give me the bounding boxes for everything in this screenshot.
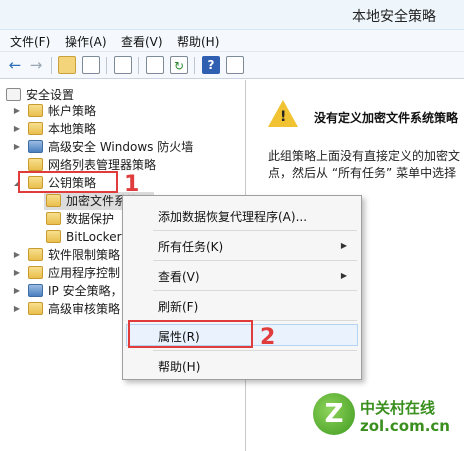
watermark-brand: 中关村在线 [360,399,436,417]
properties-icon[interactable] [146,56,164,74]
toolbar-separator [51,57,52,74]
folder-icon [28,302,43,315]
context-view[interactable]: 查看(V) [158,268,200,285]
folder-icon [46,194,61,207]
menu-separator [153,230,357,231]
context-help[interactable]: 帮助(H) [158,358,200,375]
tree-item-account-policy[interactable]: ▶ 帐户策略 [12,102,242,120]
annotation-box-1 [18,171,118,193]
folder-icon [28,248,43,261]
expand-arrow-icon[interactable]: ▶ [12,300,22,318]
folder-icon [28,158,43,171]
folder-icon [46,230,61,243]
expand-arrow-icon[interactable]: ▶ [12,264,22,282]
annotation-box-2 [128,320,253,348]
expand-arrow-icon[interactable]: ▶ [12,138,22,156]
expand-arrow-icon[interactable]: ▶ [12,282,22,300]
title-bar: 本地安全策略 [0,0,464,30]
toolbar: ← → ↻ ? [0,52,464,79]
menu-separator [153,290,357,291]
folder-icon [28,266,43,279]
refresh-icon[interactable]: ↻ [170,56,188,74]
copy-icon[interactable] [114,56,132,74]
menu-bar: 文件(F) 操作(A) 查看(V) 帮助(H) [0,30,464,52]
expand-arrow-icon[interactable]: ▶ [12,102,22,120]
toolbar-separator [138,57,139,74]
context-refresh[interactable]: 刷新(F) [158,298,198,315]
detail-body-line: 点，然后从 “所有任务” 菜单中选择 [268,166,457,180]
annotation-number-2: 2 [260,325,276,350]
context-add-recovery-agent[interactable]: 添加数据恢复代理程序(A)... [158,208,307,225]
expand-arrow-icon[interactable]: ▶ [12,120,22,138]
watermark-domain: zol.com.cn [360,417,450,435]
submenu-arrow-icon: ▶ [340,241,347,250]
forward-icon[interactable]: → [27,56,45,74]
menu-help[interactable]: 帮助(H) [177,33,219,50]
ip-security-icon [28,284,43,297]
detail-body: 此组策略上面没有直接定义的加密文 点，然后从 “所有任务” 菜单中选择 [268,148,464,182]
menu-separator [153,260,357,261]
detail-body-line: 此组策略上面没有直接定义的加密文 [268,149,461,163]
menu-separator [153,350,357,351]
help-icon[interactable]: ? [202,56,220,74]
context-all-tasks[interactable]: 所有任务(K) [158,238,223,255]
menu-action[interactable]: 操作(A) [65,33,107,50]
context-menu: 添加数据恢复代理程序(A)... 所有任务(K) ▶ 查看(V) ▶ 刷新(F)… [122,195,362,380]
back-icon[interactable]: ← [6,56,24,74]
up-folder-icon[interactable] [58,56,76,74]
folder-icon [46,212,61,225]
menu-file[interactable]: 文件(F) [10,33,50,50]
tree-item-local-policy[interactable]: ▶ 本地策略 [12,120,242,138]
window-title: 本地安全策略 [352,9,436,25]
show-hide-tree-icon[interactable] [82,56,100,74]
zol-logo-icon: Z [313,393,355,435]
expand-arrow-icon[interactable]: ▶ [12,246,22,264]
toolbar-separator [194,57,195,74]
menu-view[interactable]: 查看(V) [121,33,163,50]
security-settings-icon [6,88,21,101]
warning-mark: ! [280,109,287,125]
toolbar-separator [106,57,107,74]
firewall-icon [28,140,43,153]
folder-icon [28,122,43,135]
submenu-arrow-icon: ▶ [340,271,347,280]
export-list-icon[interactable] [226,56,244,74]
folder-icon [28,104,43,117]
tree-item-firewall[interactable]: ▶ 高级安全 Windows 防火墙 [12,138,242,156]
annotation-number-1: 1 [124,172,140,197]
detail-title: 没有定义加密文件系统策略 [314,111,459,125]
